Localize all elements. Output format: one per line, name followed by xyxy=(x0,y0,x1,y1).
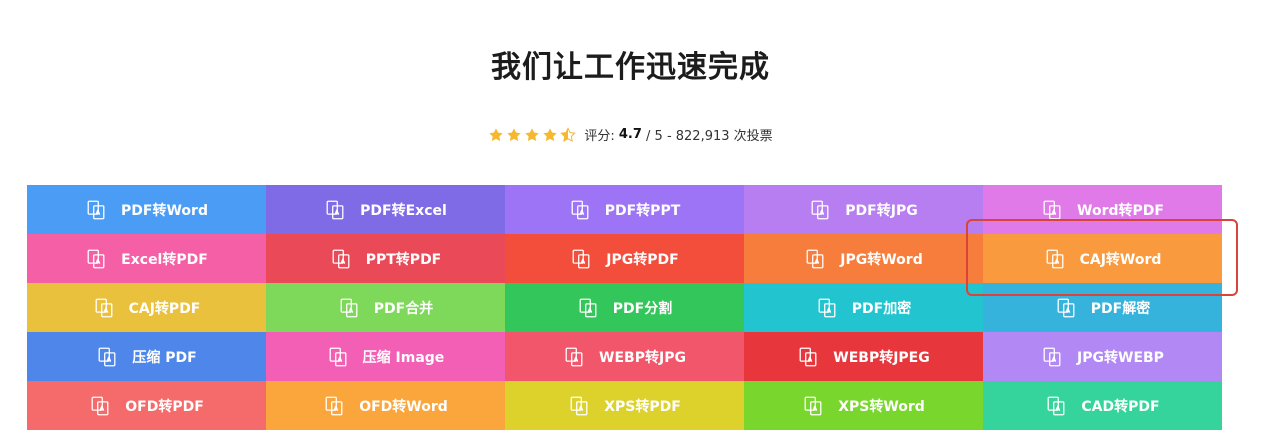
tool-label: XPS转Word xyxy=(838,398,925,415)
rating-votes: / 5 - 822,913 次投票 xyxy=(646,129,773,144)
caj-to-pdf-icon xyxy=(93,297,115,319)
tool-tile-9[interactable]: JPG转Word xyxy=(744,234,983,283)
tool-tile-10[interactable]: CAJ转Word xyxy=(983,234,1222,283)
rating-label: 评分: xyxy=(584,129,615,144)
tool-label: WEBP转JPG xyxy=(599,349,686,366)
cad-to-pdf-icon xyxy=(1045,395,1067,417)
tool-tile-20[interactable]: JPG转WEBP xyxy=(983,332,1222,381)
tool-tile-18[interactable]: WEBP转JPG xyxy=(505,332,744,381)
tool-label: PDF转Word xyxy=(121,202,208,219)
jpg-to-webp-icon xyxy=(1041,346,1063,368)
tool-label: 压缩 PDF xyxy=(132,349,197,366)
tool-label: CAD转PDF xyxy=(1081,398,1160,415)
rating-bar: 评分: 4.7 / 5 - 822,913 次投票 xyxy=(0,125,1261,144)
tool-tile-13[interactable]: PDF分割 xyxy=(505,283,744,332)
tool-tile-6[interactable]: Excel转PDF xyxy=(27,234,266,283)
tool-tile-15[interactable]: PDF解密 xyxy=(983,283,1222,332)
star-icon xyxy=(507,127,521,141)
tool-tile-25[interactable]: CAD转PDF xyxy=(983,381,1222,430)
tool-label: PDF转Excel xyxy=(360,202,447,219)
tool-tile-7[interactable]: PPT转PDF xyxy=(266,234,505,283)
tool-tile-23[interactable]: XPS转PDF xyxy=(505,381,744,430)
pdf-to-ppt-icon xyxy=(569,199,591,221)
ppt-to-pdf-icon xyxy=(330,248,352,270)
xps-to-word-icon xyxy=(802,395,824,417)
tool-tile-12[interactable]: PDF合并 xyxy=(266,283,505,332)
word-to-pdf-icon xyxy=(1041,199,1063,221)
rating-score: 4.7 xyxy=(618,127,642,142)
tool-grid: PDF转Word PDF转Excel PDF转PPT PDF转JPG Word转PDF E… xyxy=(27,185,1222,430)
tool-label: PDF转PPT xyxy=(604,202,681,219)
jpg-to-word-icon xyxy=(804,248,826,270)
tool-label: OFD转Word xyxy=(359,398,448,415)
pdf-encrypt-icon xyxy=(816,297,838,319)
tool-label: OFD转PDF xyxy=(125,398,204,415)
half-star-icon xyxy=(560,126,577,142)
star-icon xyxy=(543,127,557,141)
jpg-to-pdf-icon xyxy=(570,248,592,270)
xps-to-pdf-icon xyxy=(568,395,590,417)
star-rating xyxy=(488,126,578,143)
pdf-to-word-icon xyxy=(85,199,107,221)
tool-label: WEBP转JPEG xyxy=(833,349,930,366)
tool-label: CAJ转Word xyxy=(1079,251,1162,268)
tool-tile-5[interactable]: Word转PDF xyxy=(983,185,1222,234)
pdf-to-excel-icon xyxy=(324,199,346,221)
tool-label: 压缩 Image xyxy=(362,349,445,366)
tool-label: CAJ转PDF xyxy=(128,300,201,317)
tool-tile-22[interactable]: OFD转Word xyxy=(266,381,505,430)
compress-pdf-icon xyxy=(96,346,118,368)
tool-tile-11[interactable]: CAJ转PDF xyxy=(27,283,266,332)
tool-label: XPS转PDF xyxy=(604,398,681,415)
tool-label: PDF转JPG xyxy=(845,202,918,219)
excel-to-pdf-icon xyxy=(85,248,107,270)
tool-tile-19[interactable]: WEBP转JPEG xyxy=(744,332,983,381)
tool-label: PPT转PDF xyxy=(365,251,442,268)
pdf-decrypt-icon xyxy=(1055,297,1077,319)
tool-tile-14[interactable]: PDF加密 xyxy=(744,283,983,332)
tool-tile-21[interactable]: OFD转PDF xyxy=(27,381,266,430)
webp-to-jpg-icon xyxy=(563,346,585,368)
ofd-to-pdf-icon xyxy=(89,395,111,417)
tool-tile-8[interactable]: JPG转PDF xyxy=(505,234,744,283)
tool-label: PDF解密 xyxy=(1090,300,1151,317)
tool-label: PDF加密 xyxy=(851,300,912,317)
tool-label: JPG转Word xyxy=(840,251,923,268)
pdf-merge-icon xyxy=(338,297,360,319)
tool-label: Excel转PDF xyxy=(121,251,208,268)
tool-tile-1[interactable]: PDF转Word xyxy=(27,185,266,234)
page-title: 我们让工作迅速完成 xyxy=(491,50,770,85)
webp-to-jpeg-icon xyxy=(797,346,819,368)
tool-label: JPG转PDF xyxy=(606,251,679,268)
ofd-to-word-icon xyxy=(323,395,345,417)
tool-label: PDF合并 xyxy=(373,300,434,317)
tool-tile-4[interactable]: PDF转JPG xyxy=(744,185,983,234)
tool-tile-24[interactable]: XPS转Word xyxy=(744,381,983,430)
tool-label: JPG转WEBP xyxy=(1077,349,1164,366)
tool-tile-16[interactable]: 压缩 PDF xyxy=(27,332,266,381)
tool-label: PDF分割 xyxy=(612,300,673,317)
star-icon xyxy=(489,127,503,141)
tool-tile-3[interactable]: PDF转PPT xyxy=(505,185,744,234)
caj-to-word-icon xyxy=(1044,248,1066,270)
tool-tile-17[interactable]: 压缩 Image xyxy=(266,332,505,381)
tool-tile-2[interactable]: PDF转Excel xyxy=(266,185,505,234)
pdf-to-jpg-icon xyxy=(809,199,831,221)
star-icon xyxy=(525,127,539,141)
pdf-split-icon xyxy=(577,297,599,319)
tool-label: Word转PDF xyxy=(1077,202,1164,219)
compress-image-icon xyxy=(327,346,349,368)
